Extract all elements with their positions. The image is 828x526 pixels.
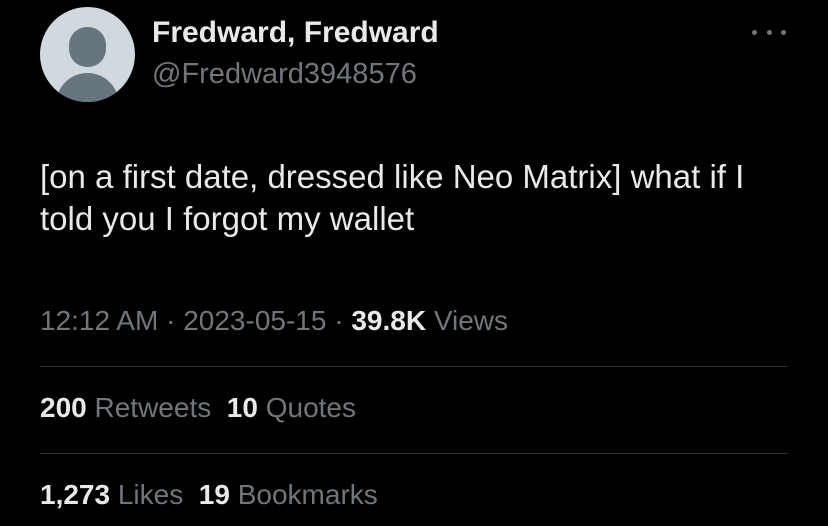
tweet-text: [on a first date, dressed like Neo Matri… [40,158,745,237]
bookmarks-count: 19 [198,479,230,510]
retweets-label: Retweets [94,392,212,423]
engagement-row-bottom: 1,273 Likes 19 Bookmarks [40,479,378,511]
quotes-stat[interactable]: 10 Quotes [227,392,356,423]
engagement-row-top: 200 Retweets 10 Quotes [40,392,356,424]
views-label: Views [433,305,509,336]
more-dot [752,29,757,35]
tweet-detail: Fredward, Fredward @Fredward3948576 [on … [0,0,828,526]
avatar[interactable] [40,7,135,102]
retweets-count: 200 [40,392,87,423]
more-dot [766,29,772,35]
avatar-shoulders-shape [56,73,119,102]
likes-label: Likes [117,479,184,510]
views-count: 39.8K [351,305,427,336]
quotes-label: Quotes [265,392,356,423]
quotes-count: 10 [226,392,258,423]
tweet-meta: 12:12 AM · 2023-05-15 · 39.8K Views [40,305,508,337]
more-options-icon[interactable] [752,22,786,42]
meta-separator: · [334,305,344,336]
retweets-stat[interactable]: 200 Retweets [40,392,211,423]
more-dot [781,29,786,35]
divider [40,366,788,367]
meta-separator: · [166,305,176,336]
avatar-head-shape [69,27,106,67]
tweet-time[interactable]: 12:12 AM [40,305,158,336]
tweet-date[interactable]: 2023-05-15 [183,305,326,336]
author-handle[interactable]: @Fredward3948576 [152,58,417,91]
author-display-name[interactable]: Fredward, Fredward [152,16,439,50]
likes-count: 1,273 [40,479,111,510]
divider [40,453,788,454]
likes-stat[interactable]: 1,273 Likes [40,479,183,510]
bookmarks-label: Bookmarks [237,479,378,510]
bookmarks-stat[interactable]: 19 Bookmarks [199,479,378,510]
